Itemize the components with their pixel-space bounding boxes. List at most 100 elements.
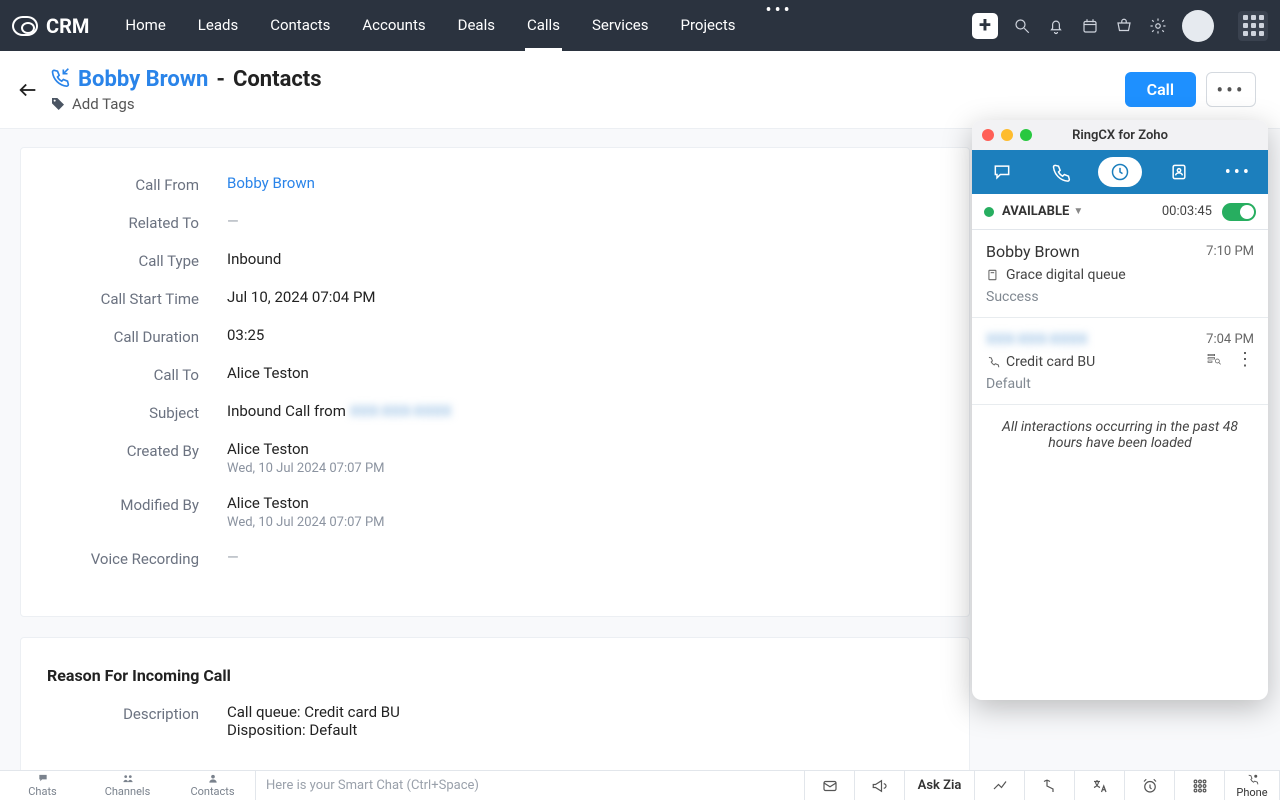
nav-item-accounts[interactable]: Accounts: [346, 0, 441, 51]
subject-redacted: XXX-XXX-XXXX: [350, 402, 452, 420]
status-text[interactable]: AVAILABLE: [1002, 204, 1069, 219]
bell-icon[interactable]: [1046, 16, 1066, 36]
ringcx-status-bar: AVAILABLE ▼ 00:03:45: [972, 194, 1268, 230]
nav-right: +: [972, 10, 1268, 42]
label-call-duration: Call Duration: [47, 326, 227, 346]
bb-compose-icon[interactable]: [805, 771, 855, 800]
interaction-item[interactable]: Bobby Brown 7:10 PM Grace digital queue S…: [972, 230, 1268, 318]
value-call-duration: 03:25: [227, 326, 264, 344]
top-nav: CRM Home Leads Contacts Accounts Deals C…: [0, 0, 1280, 51]
status-chevron-icon[interactable]: ▼: [1073, 206, 1083, 217]
bb-dialpad-icon[interactable]: [1175, 771, 1225, 800]
item-more-icon[interactable]: ⋮: [1236, 349, 1254, 370]
label-call-start: Call Start Time: [47, 288, 227, 308]
label-description: Description: [47, 703, 227, 723]
ringcx-tab-more[interactable]: •••: [1216, 157, 1260, 187]
window-max-icon[interactable]: [1020, 129, 1032, 141]
ringcx-tab-chat[interactable]: [980, 157, 1024, 187]
nav-item-projects[interactable]: Projects: [665, 0, 752, 51]
add-tags-button[interactable]: Add Tags: [50, 95, 322, 113]
bb-contacts[interactable]: Contacts: [170, 773, 255, 798]
brand-text: CRM: [46, 14, 89, 38]
value-modified-ts: Wed, 10 Jul 2024 07:07 PM: [227, 515, 385, 530]
bb-phone-button[interactable]: Phone: [1225, 771, 1280, 800]
label-modified-by: Modified By: [47, 494, 227, 514]
interaction-name-redacted: XXX-XXX-XXXX: [986, 330, 1088, 348]
bb-route-icon[interactable]: [1025, 771, 1075, 800]
label-call-from: Call From: [47, 174, 227, 194]
label-voice: Voice Recording: [47, 548, 227, 568]
reason-title: Reason For Incoming Call: [47, 666, 943, 685]
interaction-time: 7:10 PM: [1206, 244, 1254, 259]
interaction-item[interactable]: XXX-XXX-XXXX7:04 PM Credit card BU ⋮ Def…: [972, 318, 1268, 405]
add-tags-label: Add Tags: [72, 95, 135, 113]
ringcx-tab-dial[interactable]: [1039, 157, 1083, 187]
bb-announce-icon[interactable]: [855, 771, 905, 800]
ringcx-titlebar: RingCX for Zoho: [972, 120, 1268, 150]
status-toggle[interactable]: [1222, 203, 1256, 221]
interaction-name: Bobby Brown: [986, 242, 1080, 261]
avatar[interactable]: [1182, 10, 1214, 42]
bb-signals-icon[interactable]: [975, 771, 1025, 800]
marketplace-icon[interactable]: [1114, 16, 1134, 36]
nav-item-contacts[interactable]: Contacts: [254, 0, 346, 51]
ask-zia-button[interactable]: Ask Zia: [905, 771, 975, 800]
window-min-icon[interactable]: [1001, 129, 1013, 141]
bb-channels[interactable]: Channels: [85, 773, 170, 798]
status-timer: 00:03:45: [1162, 204, 1212, 219]
value-call-to: Alice Teston: [227, 364, 309, 382]
bottom-bar: Chats Channels Contacts Here is your Sma…: [0, 770, 1280, 800]
nav-item-services[interactable]: Services: [576, 0, 665, 51]
quick-add-button[interactable]: +: [972, 13, 998, 39]
bb-reminder-icon[interactable]: [1125, 771, 1175, 800]
incoming-call-icon: [50, 67, 70, 93]
value-created-by: Alice Teston: [227, 440, 385, 458]
value-created-ts: Wed, 10 Jul 2024 07:07 PM: [227, 461, 385, 476]
value-subject: Inbound Call fromXXX-XXX-XXXX: [227, 402, 452, 420]
label-related-to: Related To: [47, 212, 227, 232]
nav-item-home[interactable]: Home: [109, 0, 181, 51]
title-separator: -: [216, 67, 225, 92]
nav-item-calls[interactable]: Calls: [511, 0, 576, 51]
search-list-icon[interactable]: [1206, 351, 1222, 367]
value-call-from[interactable]: Bobby Brown: [227, 174, 315, 192]
apps-launcher-icon[interactable]: [1238, 11, 1268, 41]
call-button[interactable]: Call: [1125, 72, 1196, 107]
search-icon[interactable]: [1012, 16, 1032, 36]
nav-overflow-icon[interactable]: •••: [752, 0, 807, 51]
interaction-queue: Grace digital queue: [1006, 267, 1126, 283]
label-call-type: Call Type: [47, 250, 227, 270]
ringcx-tabs: •••: [972, 150, 1268, 194]
nav-item-deals[interactable]: Deals: [442, 0, 511, 51]
ringcx-panel: RingCX for Zoho ••• AVAILABLE ▼ 00:03:45…: [972, 120, 1268, 700]
record-more-button[interactable]: •••: [1206, 72, 1256, 107]
label-subject: Subject: [47, 402, 227, 422]
desc-line-1: Call queue: Credit card BU: [227, 703, 400, 721]
phone-out-icon: [986, 355, 1000, 369]
smart-chat-input[interactable]: Here is your Smart Chat (Ctrl+Space): [255, 771, 805, 800]
call-details-card: Call FromBobby Brown Related To — Call Ty…: [20, 147, 970, 617]
reason-card: Reason For Incoming Call DescriptionCall…: [20, 637, 970, 770]
record-title-link[interactable]: Bobby Brown: [78, 67, 208, 92]
settings-icon[interactable]: [1148, 16, 1168, 36]
ringcx-tab-contacts[interactable]: [1157, 157, 1201, 187]
ringcx-title: RingCX for Zoho: [1072, 128, 1168, 143]
desc-line-2: Disposition: Default: [227, 721, 400, 739]
calendar-icon[interactable]: [1080, 16, 1100, 36]
back-button[interactable]: [14, 76, 42, 104]
record-module: Contacts: [233, 67, 322, 92]
window-close-icon[interactable]: [982, 129, 994, 141]
label-call-to: Call To: [47, 364, 227, 384]
nav-item-leads[interactable]: Leads: [182, 0, 254, 51]
bb-translate-icon[interactable]: [1075, 771, 1125, 800]
interaction-disposition: Success: [986, 289, 1254, 305]
interaction-time: 7:04 PM: [1206, 332, 1254, 347]
interaction-disposition: Default: [986, 376, 1254, 392]
value-voice: —: [227, 548, 239, 566]
ringcx-list: Bobby Brown 7:10 PM Grace digital queue S…: [972, 230, 1268, 700]
value-call-type: Inbound: [227, 250, 281, 268]
ringcx-tab-history[interactable]: [1098, 157, 1142, 187]
page-header: Bobby Brown - Contacts Add Tags Call •••: [0, 51, 1280, 129]
bb-chats[interactable]: Chats: [0, 773, 85, 798]
brand[interactable]: CRM: [12, 14, 89, 38]
